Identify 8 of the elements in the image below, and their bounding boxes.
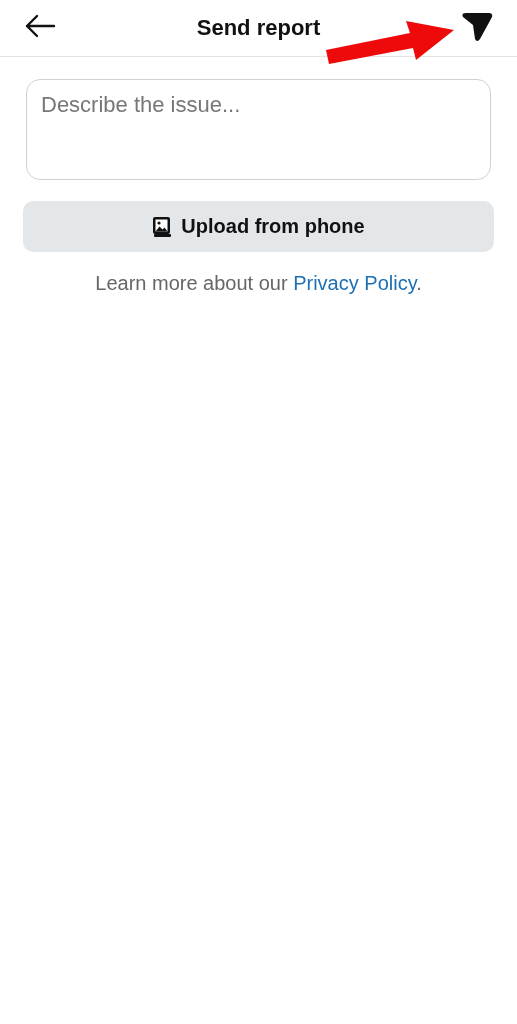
back-icon[interactable] <box>24 14 56 38</box>
privacy-note: Learn more about our Privacy Policy. <box>94 272 423 295</box>
description-field[interactable]: Describe the issue... <box>26 79 491 180</box>
send-icon[interactable] <box>460 12 494 42</box>
upload-button[interactable]: Upload from phone <box>23 201 494 252</box>
page-title: Send report <box>196 15 321 41</box>
image-icon <box>152 215 173 238</box>
privacy-policy-link[interactable]: Privacy Policy <box>293 272 417 294</box>
